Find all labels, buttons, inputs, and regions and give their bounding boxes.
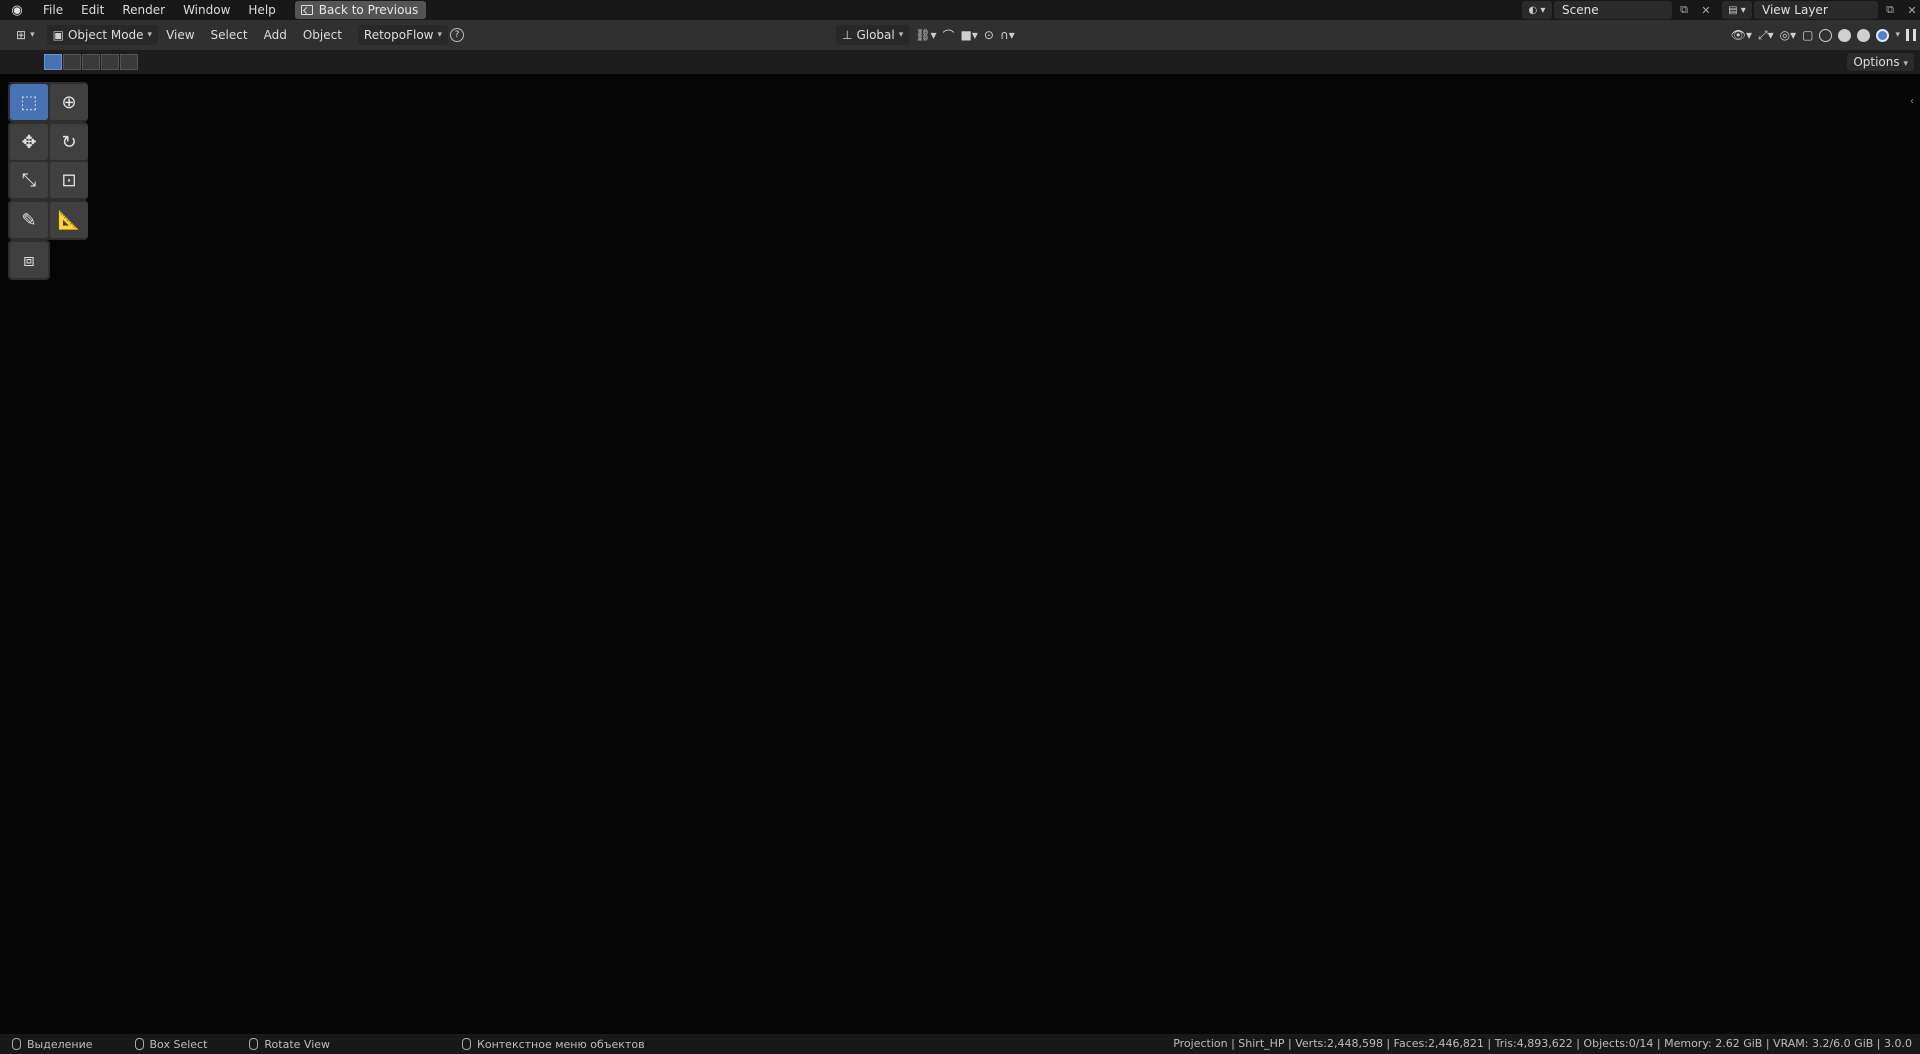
chevron-down-icon: ▾ [1903, 59, 1908, 69]
menu-file[interactable]: File [34, 0, 72, 20]
status-hint-context: Контекстное меню объектов [477, 1037, 645, 1051]
select-extend-icon[interactable] [63, 54, 81, 70]
mouse-drag-icon [134, 1038, 144, 1050]
editor-type-dropdown[interactable]: ⊞ ▾ [10, 25, 41, 45]
scale-tool-icon[interactable]: ⤡ [10, 162, 48, 198]
cursor-tool-icon[interactable]: ⊕ [50, 84, 88, 120]
menu-window[interactable]: Window [174, 0, 239, 20]
new-view-layer-icon[interactable]: ⧉ [1880, 1, 1900, 19]
measure-tool-icon[interactable]: 📐 [50, 202, 88, 238]
wireframe-shading-icon[interactable] [1819, 28, 1833, 42]
select-invert-icon[interactable] [101, 54, 119, 70]
retopoflow-label: RetopoFlow [363, 28, 434, 42]
chevron-down-icon: ▾ [30, 30, 35, 40]
rotate-tool-icon[interactable]: ↻ [50, 124, 88, 160]
toolbar-select-group: ⬚ ⊕ [8, 82, 88, 122]
scene-browse-icon[interactable]: ◐ ▾ [1522, 1, 1552, 19]
retopoflow-dropdown[interactable]: RetopoFlow ▾ [357, 25, 449, 45]
chevron-down-icon: ▾ [437, 30, 443, 40]
select-box-tool-icon[interactable]: ⬚ [10, 84, 48, 120]
delete-scene-icon[interactable]: ✕ [1696, 1, 1716, 19]
xray-icon[interactable]: ▢ [1802, 28, 1813, 42]
snap-target-icon[interactable]: ■▾ [961, 28, 978, 42]
toolbar-add-group: ⧈ [8, 240, 50, 280]
scene-name-field[interactable]: Scene [1554, 1, 1672, 19]
select-subtract-icon[interactable] [82, 54, 100, 70]
snap-icon[interactable]: ⌒ [943, 27, 955, 44]
scene-selector: ◐ ▾ Scene ⧉ ✕ [1522, 0, 1716, 20]
delete-view-layer-icon[interactable]: ✕ [1902, 1, 1920, 19]
toolbar-annotate-group: ✎ 📐 [8, 200, 88, 240]
add-cube-tool-icon[interactable]: ⧈ [10, 242, 48, 278]
header-menu-view[interactable]: View [158, 28, 202, 42]
overlays-icon[interactable]: ◎▾ [1780, 28, 1797, 42]
sidebar-toggle-icon[interactable]: ‹ [1910, 96, 1914, 107]
toolbar-transform-group: ✥ ↻ ⤡ ⊡ [8, 122, 88, 200]
chevron-down-icon: ▾ [147, 30, 153, 40]
menu-help[interactable]: Help [239, 0, 284, 20]
solid-shading-icon[interactable] [1838, 28, 1852, 42]
options-dropdown[interactable]: Options ▾ [1847, 53, 1914, 71]
viewport-display-tools: 👁▾ ⤢▾ ◎▾ ▢ ▾ [1731, 25, 1916, 45]
view-layer-name-field[interactable]: View Layer [1754, 1, 1878, 19]
mouse-left-icon [12, 1038, 21, 1050]
3d-viewport[interactable]: ‹ ⬚ ⊕ ✥ ↻ ⤡ ⊡ ✎ 📐 ⧈ [0, 74, 1920, 1034]
options-label: Options [1853, 55, 1900, 69]
transform-orientation-dropdown[interactable]: ⊥ Global ▾ [836, 25, 910, 45]
header-menu-add[interactable]: Add [256, 28, 295, 42]
select-intersect-icon[interactable] [120, 54, 138, 70]
shading-options-chevron-icon[interactable]: ▾ [1895, 30, 1900, 40]
status-hint-select: Выделение [27, 1037, 93, 1051]
pause-render-icon[interactable] [1906, 29, 1916, 41]
blender-logo-icon[interactable]: ◉ [0, 0, 34, 20]
object-mode-icon: ▣ [52, 28, 64, 42]
status-hint-rotate: Rotate View [264, 1037, 331, 1051]
transform-tools: ⊥ Global ▾ ⛓▾ ⌒ ■▾ ⊙ ∩▾ [836, 25, 1015, 45]
viewport-header: ⊞ ▾ ▣ Object Mode ▾ View Select Add Objec… [0, 20, 1920, 50]
tool-settings-bar: Options ▾ [0, 50, 1920, 74]
proportional-editing-icon[interactable]: ⊙ [984, 28, 994, 42]
orientation-axes-icon: ⊥ [842, 28, 853, 42]
transform-orientation-label: Global [856, 28, 895, 42]
back-to-previous-button[interactable]: Back to Previous [294, 1, 427, 19]
top-menu-bar: ◉ File Edit Render Window Help Back to P… [0, 0, 1920, 20]
pivot-point-icon[interactable]: ⛓▾ [915, 28, 936, 42]
status-hint-box: Box Select [149, 1037, 208, 1051]
help-icon[interactable]: ? [450, 28, 465, 42]
back-to-previous-label: Back to Previous [318, 3, 419, 17]
new-scene-icon[interactable]: ⧉ [1674, 1, 1694, 19]
select-new-icon[interactable] [44, 54, 62, 70]
gizmo-icon[interactable]: ⤢▾ [1758, 28, 1774, 43]
chevron-down-icon: ▾ [898, 30, 904, 40]
header-menu-select[interactable]: Select [203, 28, 256, 42]
mouse-right-icon [462, 1038, 472, 1050]
status-bar: Выделение Box Select Rotate View Контекс… [0, 1034, 1920, 1054]
back-icon [300, 5, 313, 15]
header-menu-object[interactable]: Object [295, 28, 350, 42]
menu-render[interactable]: Render [113, 0, 174, 20]
selection-mode-buttons [44, 54, 138, 70]
material-preview-icon[interactable] [1857, 28, 1871, 42]
menu-edit[interactable]: Edit [72, 0, 113, 20]
rendered-shading-icon[interactable] [1876, 28, 1890, 42]
scene-statistics: Projection | Shirt_HP | Verts:2,448,598 … [1173, 1037, 1912, 1050]
transform-tool-icon[interactable]: ⊡ [50, 162, 88, 198]
view-layer-selector: ▤ ▾ View Layer ⧉ ✕ [1722, 0, 1920, 20]
view-layer-browse-icon[interactable]: ▤ ▾ [1722, 1, 1752, 19]
move-tool-icon[interactable]: ✥ [10, 124, 48, 160]
mouse-middle-icon [249, 1038, 259, 1050]
editor-type-icon: ⊞ [16, 28, 27, 42]
mode-dropdown[interactable]: ▣ Object Mode ▾ [46, 25, 159, 45]
visibility-eye-icon[interactable]: 👁▾ [1731, 28, 1752, 42]
mode-label: Object Mode [67, 28, 144, 42]
annotate-tool-icon[interactable]: ✎ [10, 202, 48, 238]
falloff-icon[interactable]: ∩▾ [1000, 28, 1015, 42]
